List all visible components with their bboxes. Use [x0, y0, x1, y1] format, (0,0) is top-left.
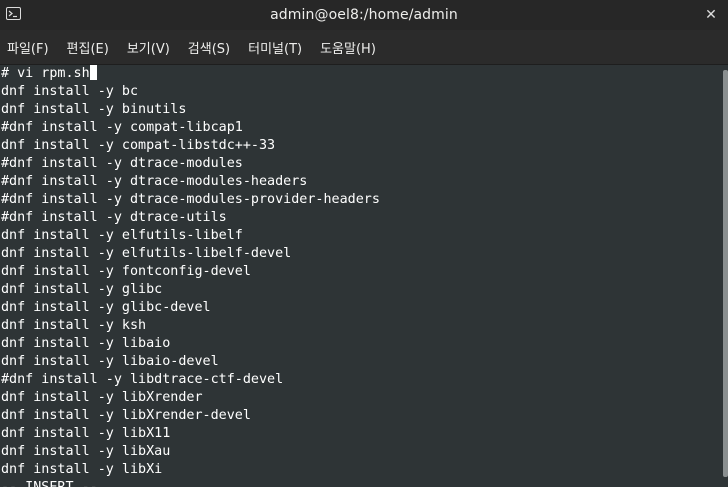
menu-view[interactable]: 보기(V)	[120, 38, 176, 57]
vim-mode-indicator: -- INSERT --	[1, 479, 98, 487]
window-title: admin@oel8:/home/admin	[270, 7, 458, 23]
terminal-line: #dnf install -y dtrace-modules	[1, 156, 243, 171]
menu-terminal[interactable]: 터미널(T)	[241, 38, 308, 57]
title-bar[interactable]: admin@oel8:/home/admin ✕	[0, 0, 728, 30]
terminal-line: #dnf install -y dtrace-modules-headers	[1, 174, 308, 189]
menu-edit[interactable]: 편집(E)	[60, 38, 115, 57]
terminal-line: dnf install -y bc	[1, 84, 139, 99]
close-button[interactable]: ✕	[700, 4, 722, 26]
terminal-line: #dnf install -y dtrace-utils	[1, 210, 227, 225]
menu-file[interactable]: 파일(F)	[0, 38, 55, 57]
terminal-line: dnf install -y compat-libstdc++-33	[1, 138, 276, 153]
scrollbar[interactable]	[723, 65, 728, 487]
terminal-line: dnf install -y libXrender	[1, 390, 203, 405]
terminal-line: dnf install -y fontconfig-devel	[1, 264, 251, 279]
terminal-line: dnf install -y glibc-devel	[1, 300, 211, 315]
terminal-line: dnf install -y libXau	[1, 444, 171, 459]
close-icon: ✕	[705, 7, 717, 23]
menu-bar: 파일(F) 편집(E) 보기(V) 검색(S) 터미널(T) 도움말(H)	[0, 30, 728, 65]
terminal-line-prompt: # vi rpm.sh	[1, 65, 97, 83]
terminal-line: dnf install -y libXi	[1, 462, 163, 477]
terminal-line: dnf install -y glibc	[1, 282, 163, 297]
terminal-line: dnf install -y binutils	[1, 102, 187, 117]
terminal-line: #dnf install -y compat-libcap1	[1, 120, 243, 135]
terminal-line: dnf install -y libaio-devel	[1, 354, 219, 369]
menu-help[interactable]: 도움말(H)	[313, 38, 382, 57]
menu-search[interactable]: 검색(S)	[181, 38, 236, 57]
terminal-window: admin@oel8:/home/admin ✕ 파일(F) 편집(E) 보기(…	[0, 0, 728, 487]
terminal-icon	[6, 7, 21, 20]
scrollbar-thumb[interactable]	[723, 70, 728, 477]
terminal-line: #dnf install -y dtrace-modules-provider-…	[1, 192, 380, 207]
terminal-output[interactable]: # vi rpm.sh dnf install -y bc dnf instal…	[0, 65, 723, 487]
terminal-line: dnf install -y libaio	[1, 336, 171, 351]
terminal-line: dnf install -y elfutils-libelf-devel	[1, 246, 292, 261]
terminal-line: dnf install -y ksh	[1, 318, 147, 333]
terminal-line: #dnf install -y libdtrace-ctf-devel	[1, 372, 284, 387]
terminal-line: dnf install -y elfutils-libelf	[1, 228, 243, 243]
text-cursor	[89, 65, 97, 80]
terminal-line: dnf install -y libXrender-devel	[1, 408, 251, 423]
terminal-line: dnf install -y libX11	[1, 426, 171, 441]
